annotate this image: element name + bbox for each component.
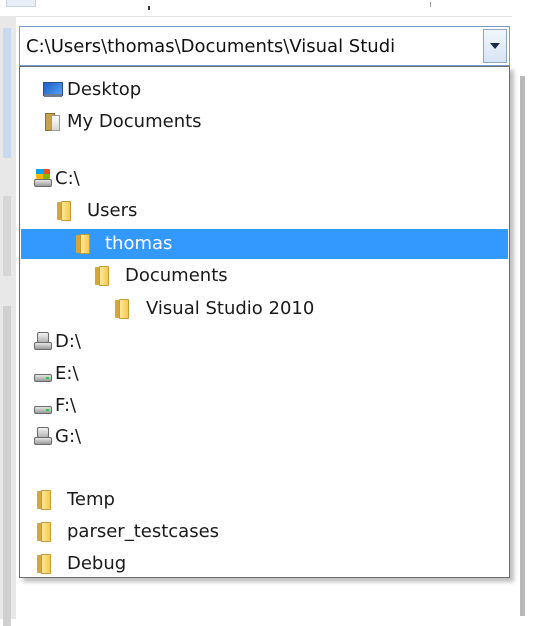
folder-icon [35, 522, 55, 542]
network-drive-icon [33, 427, 53, 447]
folder-icon [35, 554, 55, 574]
background-right-panel [512, 16, 538, 619]
drive-icon [33, 364, 53, 384]
path-combobox-text[interactable]: C:\Users\thomas\Documents\Visual Studi [26, 36, 479, 57]
list-item-my-documents[interactable]: My Documents [21, 107, 508, 137]
list-item-thomas[interactable]: thomas [21, 229, 508, 259]
list-item-desktop[interactable]: Desktop [21, 75, 508, 105]
path-dropdown-list: Desktop My Documents C:\ Users thomas Do… [19, 66, 510, 578]
folder-icon [93, 266, 113, 286]
background-bottom-area [16, 582, 512, 619]
chevron-down-icon [490, 43, 500, 49]
list-item-drive-e[interactable]: E:\ [21, 359, 508, 389]
background-panel-fragment [3, 306, 11, 626]
list-item-drive-g[interactable]: G:\ [21, 422, 508, 452]
list-item-visual-studio-2010[interactable]: Visual Studio 2010 [21, 294, 508, 324]
list-item-users[interactable]: Users [21, 196, 508, 226]
folder-icon [55, 201, 75, 221]
network-drive-icon [33, 332, 53, 352]
list-item-temp[interactable]: Temp [21, 485, 508, 515]
list-item-label: Debug [67, 553, 127, 574]
list-item-label: My Documents [67, 111, 202, 132]
list-item-drive-d[interactable]: D:\ [21, 327, 508, 357]
path-combobox[interactable]: C:\Users\thomas\Documents\Visual Studi [19, 26, 510, 66]
background-panel-fragment [3, 28, 11, 158]
list-item-label: F:\ [55, 395, 77, 416]
background-mark [430, 2, 431, 7]
folder-icon [35, 490, 55, 510]
list-item-label: Visual Studio 2010 [146, 298, 315, 319]
list-item-drive-c[interactable]: C:\ [21, 164, 508, 194]
list-item-label: E:\ [55, 363, 79, 384]
drive-icon [33, 396, 53, 416]
list-item-documents[interactable]: Documents [21, 261, 508, 291]
list-item-parser-testcases[interactable]: parser_testcases [21, 517, 508, 547]
list-item-label: D:\ [55, 331, 81, 352]
folder-icon [74, 234, 94, 254]
list-item-label: Users [87, 200, 138, 221]
folder-icon [113, 299, 133, 319]
list-item-debug[interactable]: Debug [21, 549, 508, 579]
system-drive-icon [33, 169, 53, 189]
background-mark [148, 6, 150, 10]
list-item-label: C:\ [55, 168, 80, 189]
list-item-label: Desktop [67, 79, 142, 100]
documents-icon [43, 112, 63, 132]
background-scrollbar-fragment [520, 76, 525, 616]
list-item-label: thomas [105, 233, 173, 254]
list-item-label: Documents [125, 265, 228, 286]
list-item-drive-f[interactable]: F:\ [21, 391, 508, 421]
background-left-panel [0, 16, 16, 626]
list-item-label: parser_testcases [67, 521, 220, 542]
background-panel-fragment [3, 196, 11, 276]
list-item-label: G:\ [55, 426, 82, 447]
desktop-icon [43, 80, 63, 100]
background-window-top [0, 0, 538, 17]
dropdown-button[interactable] [483, 29, 507, 63]
background-tab-fragment [6, 0, 36, 7]
list-item-label: Temp [67, 489, 115, 510]
